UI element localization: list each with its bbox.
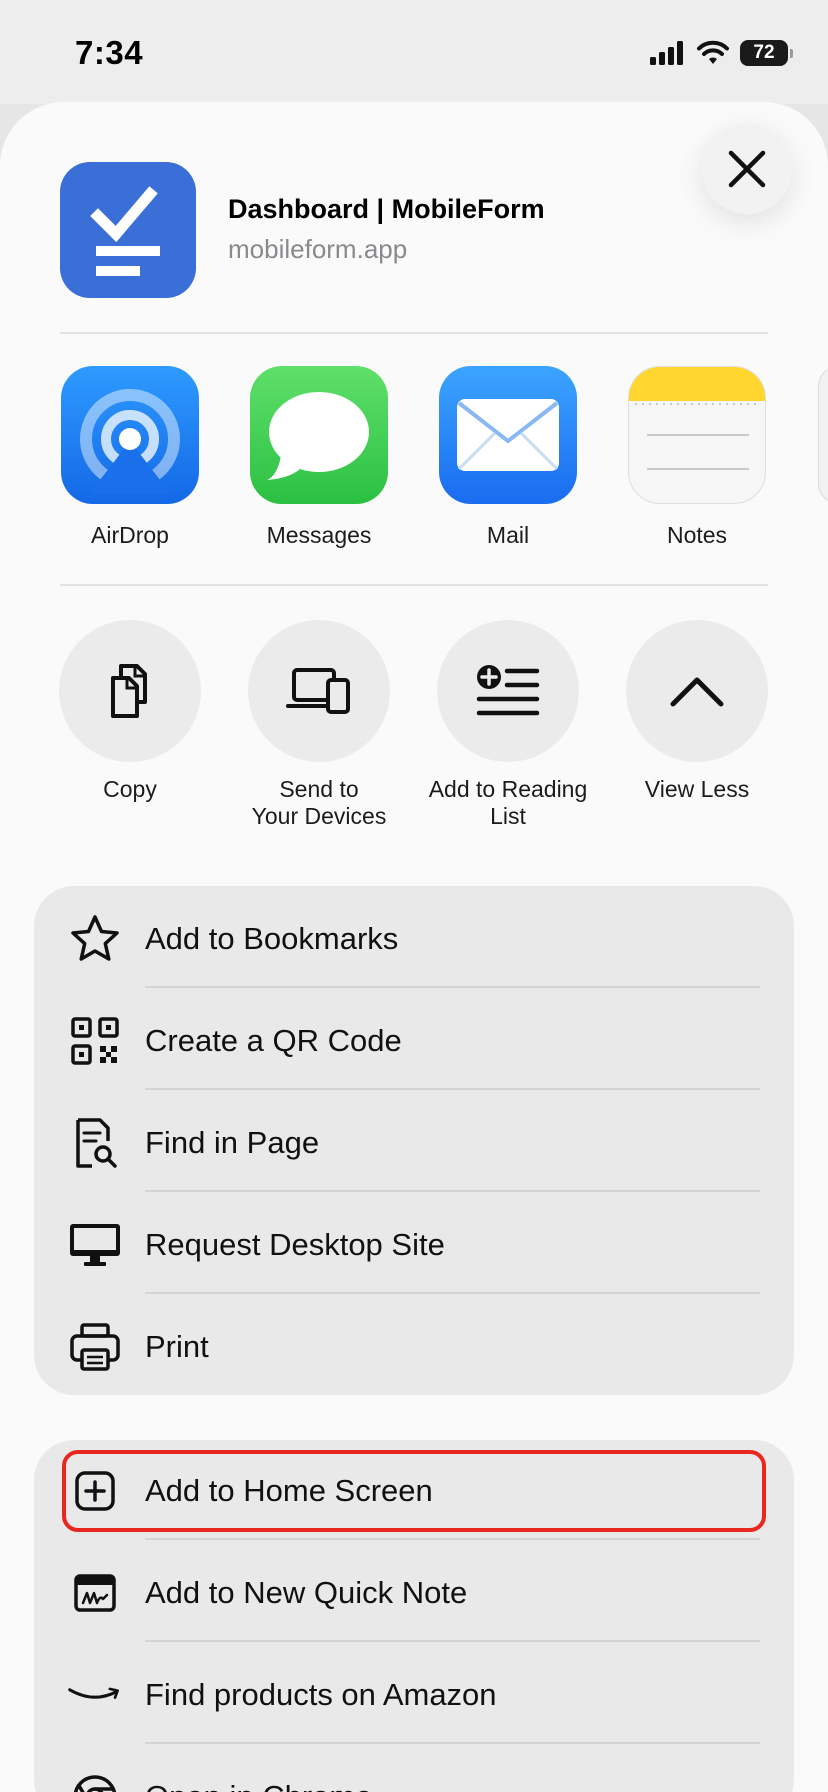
site-title: Dashboard | MobileForm xyxy=(228,194,545,224)
desktop-icon xyxy=(68,1218,122,1272)
wifi-icon xyxy=(697,40,729,64)
share-app-airdrop[interactable]: AirDrop xyxy=(35,366,225,549)
menu-item-add-to-bookmarks[interactable]: Add to Bookmarks xyxy=(34,888,794,990)
action-label: Copy xyxy=(103,776,157,802)
menu-item-find-products-amazon[interactable]: Find products on Amazon xyxy=(34,1644,794,1746)
app-label: Messages xyxy=(266,522,372,548)
action-label: Send to Your Devices xyxy=(251,776,387,829)
close-icon xyxy=(728,150,766,188)
devices-icon xyxy=(248,620,390,762)
menu-item-create-qr-code[interactable]: Create a QR Code xyxy=(34,990,794,1092)
menu-item-label: Request Desktop Site xyxy=(145,1227,445,1262)
menu-item-add-to-quick-note[interactable]: Add to New Quick Note xyxy=(34,1542,794,1644)
reading-list-icon xyxy=(437,620,579,762)
share-app-more-partial[interactable] xyxy=(818,366,828,504)
row-separator xyxy=(145,1088,760,1090)
menu-item-label: Create a QR Code xyxy=(145,1023,402,1058)
status-time: 7:34 xyxy=(75,34,144,71)
airdrop-icon xyxy=(61,366,199,504)
star-icon xyxy=(68,912,122,966)
app-label: AirDrop xyxy=(91,522,169,548)
action-label: View Less xyxy=(644,776,750,802)
chrome-icon xyxy=(68,1770,122,1792)
site-url: mobileform.app xyxy=(228,234,408,264)
checklist-icon xyxy=(90,186,160,276)
mail-icon xyxy=(439,366,577,504)
share-apps-row: AirDrop Messages Mail Notes xyxy=(0,366,828,549)
notes-icon xyxy=(628,366,766,504)
row-separator xyxy=(145,986,760,988)
menu-item-print[interactable]: Print xyxy=(34,1296,794,1398)
close-button[interactable] xyxy=(702,124,792,214)
share-app-messages[interactable]: Messages xyxy=(224,366,414,549)
cellular-signal-icon xyxy=(650,41,683,65)
find-in-page-icon xyxy=(68,1116,122,1170)
menu-item-label: Print xyxy=(145,1329,209,1364)
share-app-notes[interactable]: Notes xyxy=(602,366,792,549)
amazon-icon xyxy=(68,1668,122,1722)
menu-item-request-desktop-site[interactable]: Request Desktop Site xyxy=(34,1194,794,1296)
site-icon xyxy=(60,162,196,298)
row-separator xyxy=(145,1538,760,1540)
battery-level: 72 xyxy=(753,42,775,63)
action-add-reading-list[interactable]: Add to Reading List xyxy=(413,620,603,830)
menu-item-label: Find products on Amazon xyxy=(145,1677,497,1712)
share-app-mail[interactable]: Mail xyxy=(413,366,603,549)
row-separator xyxy=(145,1190,760,1192)
action-label: Add to Reading List xyxy=(428,776,588,829)
row-separator xyxy=(145,1640,760,1642)
action-copy[interactable]: Copy xyxy=(35,620,225,803)
qr-code-icon xyxy=(68,1014,122,1068)
row-separator xyxy=(145,1742,760,1744)
copy-icon xyxy=(59,620,201,762)
messages-icon xyxy=(250,366,388,504)
app-label: Mail xyxy=(486,522,530,548)
divider xyxy=(60,584,768,586)
menu-item-label: Open in Chrome xyxy=(145,1779,372,1792)
menu-item-open-in-chrome[interactable]: Open in Chrome xyxy=(34,1746,794,1792)
highlight-box xyxy=(62,1450,766,1532)
status-bar: 7:34 72 xyxy=(0,0,828,104)
menu-item-find-in-page[interactable]: Find in Page xyxy=(34,1092,794,1194)
menu-item-label: Add to Bookmarks xyxy=(145,921,399,956)
action-view-less[interactable]: View Less xyxy=(602,620,792,803)
quick-note-icon xyxy=(68,1566,122,1620)
menu-group-1: Add to Bookmarks Create a QR Code Find i… xyxy=(34,886,794,1395)
chevron-up-icon xyxy=(626,620,768,762)
row-separator xyxy=(145,1292,760,1294)
printer-icon xyxy=(68,1320,122,1374)
action-send-to-devices[interactable]: Send to Your Devices xyxy=(224,620,414,830)
divider xyxy=(60,332,768,334)
share-actions-row: Copy Send to Your Devices Add to Reading… xyxy=(0,620,828,840)
menu-item-label: Add to New Quick Note xyxy=(145,1575,468,1610)
menu-item-label: Find in Page xyxy=(145,1125,320,1160)
status-icons: 72 xyxy=(650,36,793,70)
battery-indicator: 72 xyxy=(740,40,793,66)
app-label: Notes xyxy=(666,522,728,548)
